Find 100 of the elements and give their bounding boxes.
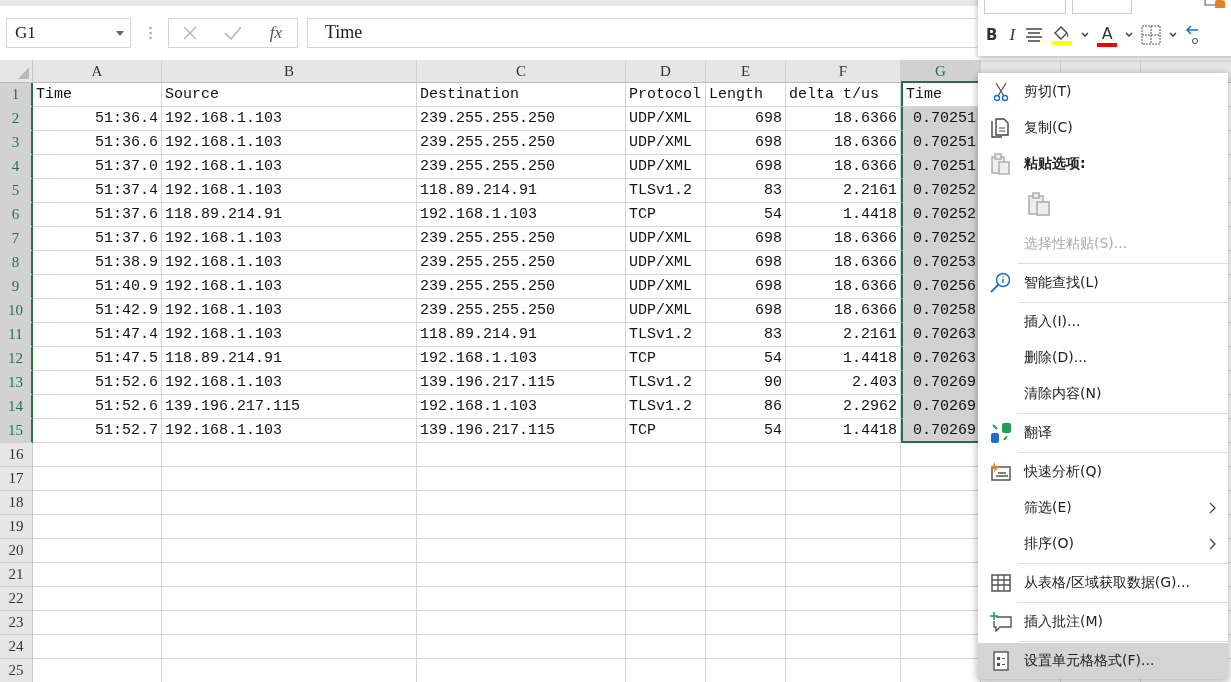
table-cell: 0.70269	[901, 371, 981, 395]
row-header[interactable]: 25	[0, 659, 33, 682]
table-cell: Length	[706, 83, 786, 107]
align-center-icon[interactable]	[1025, 28, 1044, 42]
menu-item[interactable]: 快速分析(Q)	[978, 454, 1228, 490]
row-header[interactable]: 12	[0, 347, 33, 371]
table-cell: 0.70251	[901, 107, 981, 131]
table-cell: 0.70252	[901, 179, 981, 203]
row-header[interactable]: 16	[0, 443, 33, 467]
column-header[interactable]: E	[706, 60, 786, 83]
row-header[interactable]: 17	[0, 467, 33, 491]
row-header[interactable]: 4	[0, 155, 33, 179]
column-header[interactable]: F	[786, 60, 901, 83]
column-header[interactable]: D	[626, 60, 706, 83]
comment-icon	[990, 612, 1012, 632]
table-cell: 0.70253	[901, 251, 981, 275]
row-header[interactable]: 3	[0, 131, 33, 155]
select-all-button[interactable]	[0, 60, 33, 83]
enter-icon[interactable]	[223, 25, 242, 41]
table-cell: 239.255.255.250	[417, 227, 626, 251]
column-header[interactable]: C	[417, 60, 626, 83]
copy-icon	[991, 118, 1011, 138]
table-cell: TCP	[626, 347, 706, 371]
table-cell: Protocol	[626, 83, 706, 107]
row-header[interactable]: 2	[0, 107, 33, 131]
table-cell: 192.168.1.103	[162, 251, 417, 275]
bold-button[interactable]: B	[984, 26, 1000, 44]
table-cell: 698	[706, 227, 786, 251]
table-cell: 0.70251	[901, 131, 981, 155]
menu-item[interactable]: 删除(D)...	[978, 340, 1228, 376]
menu-item[interactable]: 排序(O)	[978, 526, 1228, 562]
row-header[interactable]: 6	[0, 203, 33, 227]
table-cell: 698	[706, 131, 786, 155]
table-cell: 698	[706, 107, 786, 131]
row-header[interactable]: 15	[0, 419, 33, 443]
table-cell: 51:52.6	[33, 371, 162, 395]
table-cell: 0.70256	[901, 275, 981, 299]
name-box[interactable]: G1	[6, 18, 131, 48]
row-header[interactable]: 23	[0, 611, 33, 635]
row-header[interactable]: 21	[0, 563, 33, 587]
menu-item[interactable]: 筛选(E)	[978, 490, 1228, 526]
table-cell: 192.168.1.103	[162, 371, 417, 395]
chevron-icon[interactable]	[1169, 32, 1178, 38]
chevron-icon[interactable]	[1081, 32, 1090, 38]
column-header[interactable]: B	[162, 60, 417, 83]
insert-function-button[interactable]: fx	[267, 23, 285, 43]
row-header[interactable]: 19	[0, 515, 33, 539]
table-cell: Source	[162, 83, 417, 107]
row-header[interactable]: 1	[0, 83, 33, 107]
table-cell: 0.70269	[901, 419, 981, 443]
table-cell: UDP/XML	[626, 131, 706, 155]
menu-item[interactable]: 清除内容(N)	[978, 376, 1228, 412]
row-header[interactable]: 9	[0, 275, 33, 299]
decrease-decimal-icon[interactable]	[1185, 24, 1200, 46]
row-header[interactable]: 10	[0, 299, 33, 323]
row-header[interactable]: 8	[0, 251, 33, 275]
paste-icon[interactable]	[1028, 192, 1050, 216]
table-cell: 239.255.255.250	[417, 131, 626, 155]
table-cell: 86	[706, 395, 786, 419]
borders-icon[interactable]	[1141, 25, 1162, 45]
format-cells-icon	[993, 651, 1009, 671]
translate-icon	[990, 422, 1012, 444]
row-header[interactable]: 5	[0, 179, 33, 203]
table-cell: 90	[706, 371, 786, 395]
column-header[interactable]: G	[901, 60, 981, 83]
menu-item[interactable]: 从表格/区域获取数据(G)...	[978, 565, 1228, 601]
table-cell: UDP/XML	[626, 155, 706, 179]
table-cell: 698	[706, 251, 786, 275]
chevron-icon[interactable]	[1125, 32, 1134, 38]
dropdown-caret-icon	[116, 30, 124, 36]
menu-item[interactable]: 剪切(T)	[978, 74, 1228, 110]
row-header[interactable]: 24	[0, 635, 33, 659]
column-header[interactable]: A	[33, 60, 162, 83]
menu-item[interactable]: 插入批注(M)	[978, 604, 1228, 640]
row-header[interactable]: 18	[0, 491, 33, 515]
menu-item[interactable]: 复制(C)	[978, 110, 1228, 146]
row-header[interactable]: 13	[0, 371, 33, 395]
table-cell: 0.70263	[901, 323, 981, 347]
row-header[interactable]: 14	[0, 395, 33, 419]
table-cell: 239.255.255.250	[417, 299, 626, 323]
font-color-button[interactable]: A	[1097, 23, 1118, 47]
row-header[interactable]: 20	[0, 539, 33, 563]
fill-color-icon[interactable]	[1051, 25, 1074, 45]
table-cell: 0.70252	[901, 203, 981, 227]
row-header[interactable]: 22	[0, 587, 33, 611]
quick-analysis-icon	[990, 462, 1012, 482]
menu-item[interactable]: 智能查找(L)	[978, 265, 1228, 301]
cancel-icon[interactable]	[181, 25, 198, 41]
menu-item[interactable]: 插入(I)...	[978, 304, 1228, 340]
row-header[interactable]: 7	[0, 227, 33, 251]
formula-field[interactable]: Time	[307, 18, 977, 48]
menu-item[interactable]: 翻译	[978, 415, 1228, 451]
menu-item[interactable]: 设置单元格格式(F)...	[978, 643, 1228, 679]
table-cell: UDP/XML	[626, 227, 706, 251]
italic-button[interactable]: I	[1007, 25, 1018, 45]
table-cell: 192.168.1.103	[162, 179, 417, 203]
table-cell: 51:37.0	[33, 155, 162, 179]
table-cell: 0.70263	[901, 347, 981, 371]
table-cell: 192.168.1.103	[162, 227, 417, 251]
row-header[interactable]: 11	[0, 323, 33, 347]
